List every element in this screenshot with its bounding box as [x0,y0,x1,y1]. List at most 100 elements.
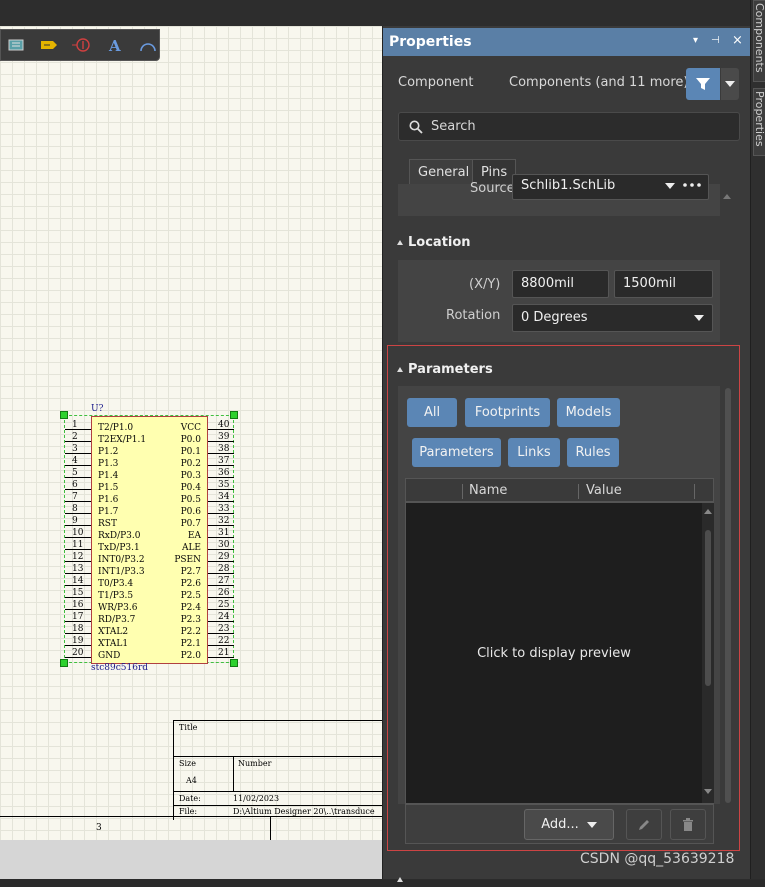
tab-general[interactable]: General [409,159,479,185]
pin-name: P2.4 [180,603,201,613]
more-icon[interactable] [683,183,701,187]
chevron-down-icon [725,81,735,87]
preview-text: Click to display preview [477,646,631,661]
scroll-up-icon[interactable] [723,194,731,199]
arc-icon[interactable] [136,33,159,57]
close-icon[interactable]: × [732,33,743,48]
pin-number: 31 [218,528,230,538]
pin-number: 36 [218,468,230,478]
column-value[interactable]: Value [586,483,622,498]
schematic-canvas[interactable]: A U? 1 T2/P1.0 2 T2EX/P1.1 3 P1.2 4 P1.3 5 P1.4 6 P… [0,26,382,840]
pin-name: P0.5 [180,495,201,505]
next-section-title[interactable] [397,872,408,887]
filter-dropdown-button[interactable] [721,68,739,100]
number-label: Number [238,759,272,768]
rotation-label: Rotation [446,308,501,323]
size-value: A4 [186,776,197,785]
canvas-toolbar: A [0,29,160,61]
pin-name: P1.6 [98,495,119,505]
pin-number: 33 [218,504,230,514]
pin-number: 20 [72,648,84,658]
date-label: Date: [179,794,201,803]
pin-number: 2 [72,432,78,442]
filter-rules-button[interactable]: Rules [567,438,619,467]
panel-scrollbar[interactable] [725,388,731,803]
pin-name: XTAL2 [98,627,129,637]
location-title-text: Location [408,235,471,250]
location-section-title[interactable]: Location [397,235,471,250]
pin-name: T2/P1.0 [98,423,134,433]
selection-handle[interactable] [60,411,68,419]
scroll-down-icon[interactable] [704,789,712,794]
filter-label: Component [398,75,474,90]
panel-menu-icon[interactable]: ▾ [693,35,698,46]
power-port-icon[interactable] [71,33,94,57]
scroll-up-icon[interactable] [704,509,712,514]
selection-handle[interactable] [230,659,238,667]
panel-header: Properties ▾ ⊣ × [383,28,751,56]
filter-all-button[interactable]: All [407,398,457,427]
chevron-down-icon [694,315,704,321]
pin-number: 4 [72,456,78,466]
pin-name: P0.7 [180,519,201,529]
pin-number: 21 [218,648,230,658]
filter-footprints-button[interactable]: Footprints [465,398,550,427]
panel-title: Properties [389,34,472,50]
title-label: Title [179,723,198,732]
text-icon[interactable]: A [103,33,126,57]
component-icon[interactable] [5,33,28,57]
pin-name: P2.2 [180,627,201,637]
search-icon [409,120,423,134]
delete-button[interactable] [670,809,706,840]
preview-scrollbar[interactable] [702,503,714,803]
parameters-footer: Add... [405,804,714,844]
pin-name: RxD/P3.0 [98,531,141,541]
pin-name: WR/P3.6 [98,603,138,613]
pin-name: GND [98,651,121,661]
pin-name: EA [187,531,201,541]
net-label-icon[interactable] [38,33,61,57]
collapse-triangle-icon [397,877,403,882]
pin-number: 8 [72,504,78,514]
filter-links-button[interactable]: Links [508,438,560,467]
title-block: Title Size A4 Number Date: 11/02/2023 Fi… [173,720,382,820]
search-input[interactable]: Search [398,112,740,141]
location-section: (X/Y) 8800mil 1500mil Rotation 0 Degrees [398,260,720,342]
dock-tab-properties[interactable]: Properties [753,88,765,156]
filter-parameters-button[interactable]: Parameters [412,438,501,467]
column-name[interactable]: Name [469,483,507,498]
pin-number: 24 [218,612,230,622]
filter-button[interactable] [686,68,720,100]
scrollbar-thumb[interactable] [705,530,711,686]
pin-number: 34 [218,492,230,502]
pin-number: 37 [218,456,230,466]
pin-line [65,489,91,490]
add-button[interactable]: Add... [524,809,614,840]
pin-number: 6 [72,480,78,490]
pin-number: 12 [72,552,84,562]
general-section: Source Schlib1.SchLib [398,174,731,216]
pin-number: 39 [218,432,230,442]
pin-number: 1 [72,420,78,430]
pin-line [65,477,91,478]
pin-name: P1.3 [98,459,119,469]
source-value: Schlib1.SchLib [521,178,616,193]
rotation-select[interactable]: 0 Degrees [512,304,713,332]
pin-line [65,525,91,526]
dock-tab-components[interactable]: Components [753,0,765,82]
pin-icon[interactable]: ⊣ [711,35,720,46]
parameters-section-title[interactable]: Parameters [397,362,493,377]
search-placeholder: Search [431,119,476,134]
rotation-value: 0 Degrees [521,310,588,325]
preview-area[interactable]: Click to display preview [405,502,714,804]
pin-number: 22 [218,636,230,646]
selection-handle[interactable] [60,659,68,667]
source-select[interactable]: Schlib1.SchLib [512,174,709,200]
filter-models-button[interactable]: Models [557,398,620,427]
pin-number: 32 [218,516,230,526]
x-input[interactable]: 8800mil [512,270,609,298]
edit-button[interactable] [626,809,662,840]
y-input[interactable]: 1500mil [614,270,713,298]
selection-handle[interactable] [230,411,238,419]
parameters-table-header: Name Value [405,478,714,502]
